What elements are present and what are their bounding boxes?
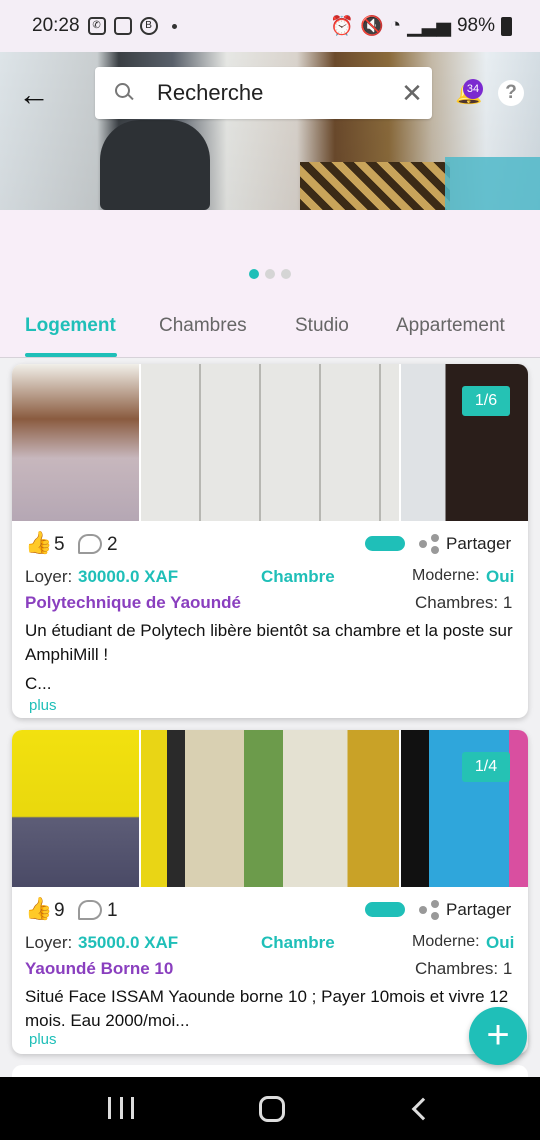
photo-counter: 1/6	[462, 386, 510, 416]
rent-label: Loyer:	[25, 933, 73, 952]
help-icon[interactable]: ?	[498, 80, 524, 106]
listing-photos[interactable]: 1/6	[12, 364, 528, 522]
rent-price: 30000.0 XAF	[78, 567, 179, 586]
carousel-pager	[249, 269, 291, 279]
share-icon[interactable]	[419, 534, 439, 554]
rent-label: Loyer:	[25, 567, 73, 586]
listing-card[interactable]: 1/4 👍 9 1 Partager Loyer: 35000.0 XAF Ch…	[12, 730, 528, 1054]
header-banner-image: ← Recherche ✕ 🔔 34 ?	[0, 52, 540, 210]
listing-location[interactable]: Yaoundé Borne 10	[25, 959, 173, 979]
tab-chambres[interactable]: Chambres	[159, 300, 247, 337]
b-icon: B	[139, 17, 158, 35]
more-notifications-dot	[171, 23, 177, 29]
like-count: 5	[54, 534, 65, 555]
gallery-icon	[113, 17, 132, 35]
tab-appartement[interactable]: Appartement	[396, 300, 505, 337]
home-icon[interactable]	[259, 1096, 285, 1122]
rooms-count: Chambres: 1	[415, 593, 513, 612]
battery-text: 98%	[456, 15, 495, 36]
share-icon[interactable]	[419, 900, 439, 920]
comment-count: 2	[107, 534, 118, 555]
comment-icon[interactable]	[78, 534, 102, 554]
listing-type: Chambre	[261, 933, 335, 952]
like-icon[interactable]: 👍	[25, 532, 52, 554]
listing-type: Chambre	[261, 567, 335, 586]
mute-icon: 🔇	[359, 16, 384, 37]
add-listing-button[interactable]: +	[469, 1007, 527, 1065]
status-pill	[365, 902, 405, 917]
modern-label: Moderne:	[412, 933, 480, 950]
listing-description: Un étudiant de Polytech libère bientôt s…	[25, 621, 513, 664]
photo-counter: 1/4	[462, 752, 510, 782]
system-navigation-bar	[0, 1077, 540, 1140]
more-link[interactable]: plus	[29, 1031, 57, 1048]
search-icon	[115, 83, 135, 103]
rent-price: 35000.0 XAF	[78, 933, 179, 952]
tab-divider	[0, 357, 540, 358]
listing-photo[interactable]	[12, 364, 139, 521]
signal-icon: ▁▃▅	[407, 15, 451, 37]
clear-icon[interactable]: ✕	[392, 78, 432, 109]
rooms-count: Chambres: 1	[415, 959, 513, 978]
recent-apps-icon[interactable]	[108, 1097, 134, 1119]
more-link[interactable]: plus	[29, 697, 57, 714]
category-tabs: Logement Chambres Studio Appartement	[0, 300, 540, 356]
share-button[interactable]: Partager	[446, 534, 511, 554]
pager-dot-active	[249, 269, 259, 279]
status-time: 20:28	[32, 15, 80, 36]
status-bar: 20:28 ✆ B ⏰ 🔇 ◔ ▁▃▅ 98%	[0, 0, 540, 52]
battery-icon	[501, 16, 512, 36]
whatsapp-icon: ✆	[87, 17, 106, 35]
modern-value: Oui	[486, 567, 515, 586]
pager-dot	[265, 269, 275, 279]
share-button[interactable]: Partager	[446, 900, 511, 920]
status-pill	[365, 536, 405, 551]
notification-badge: 34	[463, 79, 483, 99]
search-input[interactable]: Recherche ✕	[95, 67, 432, 119]
listing-description: Situé Face ISSAM Yaounde borne 10 ; Paye…	[25, 987, 509, 1030]
listing-photo[interactable]	[141, 730, 399, 887]
listing-photos[interactable]: 1/4	[12, 730, 528, 888]
listing-location[interactable]: Polytechnique de Yaoundé	[25, 593, 241, 613]
search-text[interactable]: Recherche	[157, 80, 392, 106]
comment-count: 1	[107, 900, 118, 921]
wifi-icon: ◔	[389, 15, 402, 36]
modern-value: Oui	[486, 933, 515, 952]
like-icon[interactable]: 👍	[25, 898, 52, 920]
tab-studio[interactable]: Studio	[295, 300, 349, 337]
back-arrow-icon[interactable]: ←	[18, 74, 58, 114]
comment-icon[interactable]	[78, 900, 102, 920]
back-icon[interactable]	[411, 1097, 435, 1121]
pager-dot	[281, 269, 291, 279]
listing-photo[interactable]	[141, 364, 399, 521]
alarm-icon: ⏰	[330, 16, 354, 37]
listing-photo[interactable]	[12, 730, 139, 887]
tab-logement[interactable]: Logement	[25, 300, 116, 337]
listing-description-more: C...	[25, 674, 52, 693]
modern-label: Moderne:	[412, 567, 480, 584]
like-count: 9	[54, 900, 65, 921]
listing-card[interactable]: 1/6 👍 5 2 Partager Loyer: 30000.0 XAF Ch…	[12, 364, 528, 718]
